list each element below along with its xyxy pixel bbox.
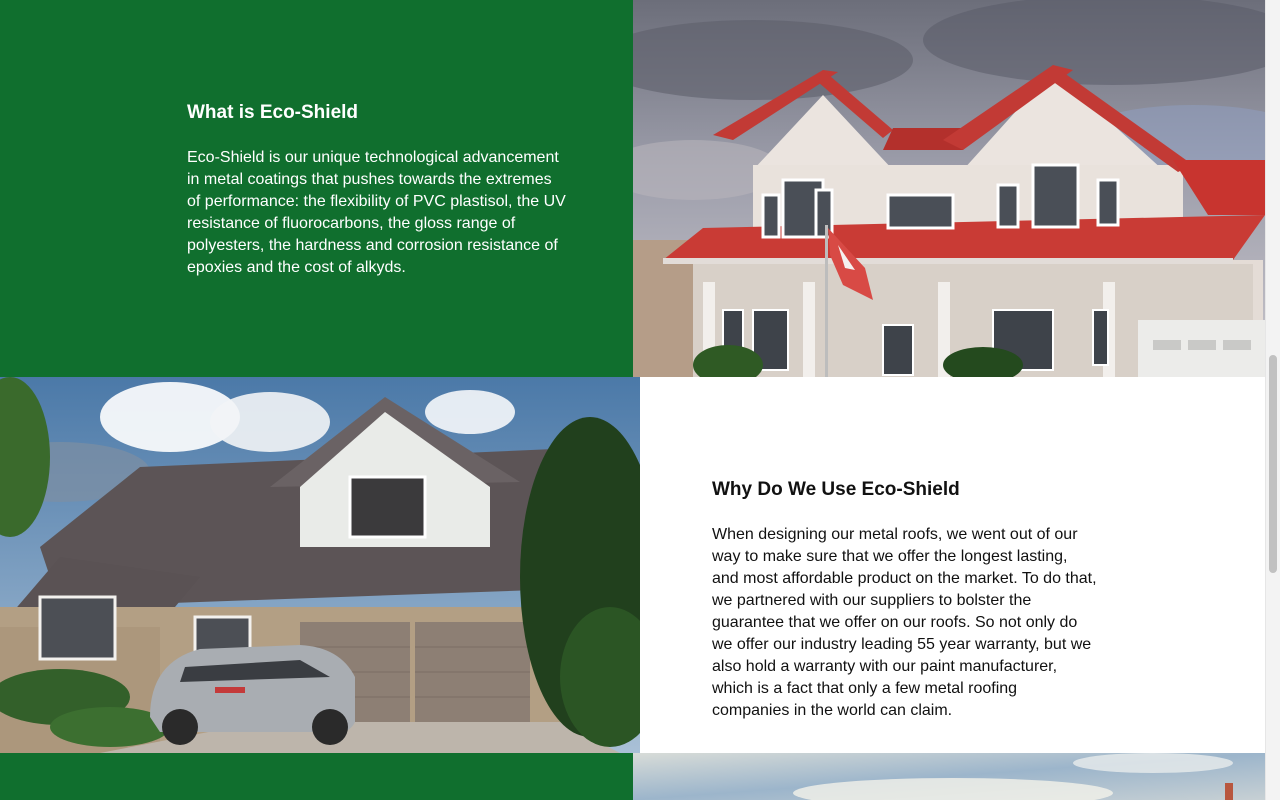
vertical-scrollbar[interactable]: [1265, 0, 1280, 800]
intro-paragraph: Eco-Shield is our unique technological a…: [187, 149, 566, 276]
eco-shield-intro-section: What is Eco-Shield Eco-Shield is our uni…: [0, 0, 1265, 377]
why-text-block: Why Do We Use Eco-Shield When designing …: [712, 478, 1097, 722]
house-brown-roof-image: [0, 377, 640, 753]
sky-image: [633, 753, 1265, 800]
why-eco-shield-section: Why Do We Use Eco-Shield When designing …: [0, 377, 1265, 753]
why-paragraph: When designing our metal roofs, we went …: [712, 526, 1097, 719]
next-section: [0, 753, 1265, 800]
next-green-panel: [0, 753, 633, 800]
house-red-roof-image: [633, 0, 1265, 377]
intro-text-block: What is Eco-Shield Eco-Shield is our uni…: [187, 101, 567, 279]
scrollbar-thumb[interactable]: [1269, 355, 1277, 573]
why-heading: Why Do We Use Eco-Shield: [712, 479, 960, 500]
page: What is Eco-Shield Eco-Shield is our uni…: [0, 0, 1265, 800]
intro-heading: What is Eco-Shield: [187, 102, 359, 123]
